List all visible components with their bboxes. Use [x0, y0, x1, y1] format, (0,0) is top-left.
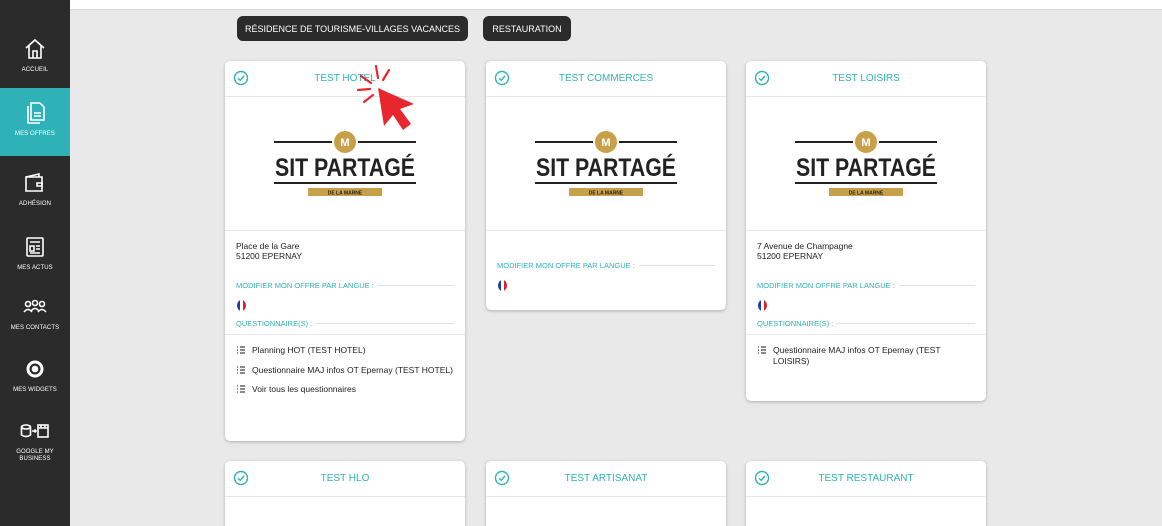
sidebar-item-mes-widgets[interactable]: MES WIDGETS	[0, 354, 70, 394]
questionnaires-section-label: QUESTIONNAIRE(S) :	[236, 319, 313, 328]
questionnaire-item[interactable]: Planning HOT (TEST HOTEL)	[236, 345, 454, 356]
french-flag-icon[interactable]	[758, 300, 767, 311]
language-section-label: MODIFIER MON OFFRE PAR LANGUE :	[497, 261, 635, 270]
sidebar-item-label: GOOGLE MY BUSINESS	[16, 449, 54, 462]
offer-card-test-loisirs[interactable]: TEST LOISIRS M SIT PARTAGÉ DE LA MARNE 7…	[746, 61, 986, 401]
sidebar-item-mes-offres[interactable]: MES OFFRES	[0, 88, 70, 156]
database-store-icon	[20, 416, 50, 446]
card-address: Place de la Gare 51200 EPERNAY	[225, 231, 465, 261]
french-flag-icon[interactable]	[498, 280, 507, 291]
check-circle-icon	[233, 70, 249, 86]
check-circle-icon	[754, 70, 770, 86]
sidebar-item-adhesion[interactable]: ADHÉSION	[0, 168, 70, 208]
wallet-icon	[20, 168, 50, 198]
sidebar-item-label: MES ACTUS	[17, 265, 53, 271]
card-title[interactable]: TEST RESTAURANT	[818, 473, 913, 484]
sidebar-item-accueil[interactable]: ACCUEIL	[0, 34, 70, 74]
click-cursor-icon	[356, 64, 416, 134]
list-icon	[236, 384, 246, 394]
questionnaire-list: Questionnaire MAJ infos OT Epernay (TEST…	[746, 334, 986, 366]
sidebar: ACCUEIL MES OFFRES ADHÉSION MES ACTUS ME…	[0, 0, 70, 526]
sidebar-item-label: ACCUEIL	[21, 67, 49, 73]
questionnaire-list: Planning HOT (TEST HOTEL) Questionnaire …	[225, 334, 465, 395]
card-header: TEST LOISIRS	[746, 61, 986, 97]
svg-text:SIT PARTAGÉ: SIT PARTAGÉ	[536, 153, 676, 182]
address-line: Place de la Gare	[236, 241, 300, 251]
address-city: 51200 EPERNAY	[757, 251, 823, 261]
offer-card-test-hotel[interactable]: TEST HOTEL M SIT PARTAGÉ DE LA MARNE Pla…	[225, 61, 465, 441]
language-section: MODIFIER MON OFFRE PAR LANGUE :	[746, 281, 986, 290]
sidebar-item-label: MES OFFRES	[14, 131, 55, 137]
home-icon	[20, 34, 50, 64]
list-icon	[236, 345, 246, 355]
card-header: TEST COMMERCES	[486, 61, 726, 97]
french-flag-icon[interactable]	[237, 300, 246, 311]
svg-text:M: M	[340, 137, 349, 149]
sidebar-item-label: ADHÉSION	[18, 201, 52, 207]
card-header: TEST HLO	[225, 461, 465, 497]
sidebar-item-mes-actus[interactable]: MES ACTUS	[0, 232, 70, 272]
sit-partage-logo: M SIT PARTAGÉ DE LA MARNE	[531, 120, 681, 208]
questionnaire-item[interactable]: Questionnaire MAJ infos OT Epernay (TEST…	[757, 345, 975, 366]
sidebar-item-google-my-business[interactable]: GOOGLE MY BUSINESS	[0, 416, 70, 463]
card-title[interactable]: TEST LOISIRS	[832, 73, 900, 84]
sit-partage-logo: M SIT PARTAGÉ DE LA MARNE	[791, 120, 941, 208]
main-content: RÉSIDENCE DE TOURISME-VILLAGES VACANCES …	[70, 0, 1162, 526]
questionnaire-item[interactable]: Questionnaire MAJ infos OT Epernay (TEST…	[236, 365, 454, 376]
filter-chip-residence[interactable]: RÉSIDENCE DE TOURISME-VILLAGES VACANCES	[237, 16, 468, 41]
questionnaires-section: QUESTIONNAIRE(S) :	[225, 319, 465, 328]
offer-card-test-restaurant[interactable]: TEST RESTAURANT	[746, 461, 986, 526]
offer-card-test-commerces[interactable]: TEST COMMERCES M SIT PARTAGÉ DE LA MARNE…	[486, 61, 726, 310]
questionnaires-section-label: QUESTIONNAIRE(S) :	[757, 319, 834, 328]
sidebar-item-label: MES CONTACTS	[10, 325, 60, 331]
svg-text:DE LA MARNE: DE LA MARNE	[589, 190, 624, 196]
card-address: 7 Avenue de Champagne 51200 EPERNAY	[746, 231, 986, 261]
check-circle-icon	[754, 470, 770, 486]
offer-card-test-artisanat[interactable]: TEST ARTISANAT	[486, 461, 726, 526]
card-title[interactable]: TEST COMMERCES	[559, 73, 653, 84]
card-logo-area: M SIT PARTAGÉ DE LA MARNE	[746, 97, 986, 231]
check-circle-icon	[494, 70, 510, 86]
list-icon	[236, 365, 246, 375]
questionnaires-section: QUESTIONNAIRE(S) :	[746, 319, 986, 328]
language-section: MODIFIER MON OFFRE PAR LANGUE :	[225, 281, 465, 290]
gear-icon	[20, 354, 50, 384]
address-line: 7 Avenue de Champagne	[757, 241, 853, 251]
sidebar-item-mes-contacts[interactable]: MES CONTACTS	[0, 292, 70, 332]
language-section: MODIFIER MON OFFRE PAR LANGUE :	[486, 261, 726, 270]
card-title[interactable]: TEST HLO	[321, 473, 370, 484]
card-header: TEST HOTEL	[225, 61, 465, 97]
documents-icon	[20, 98, 50, 128]
svg-text:SIT PARTAGÉ: SIT PARTAGÉ	[796, 153, 936, 182]
svg-text:SIT PARTAGÉ: SIT PARTAGÉ	[275, 153, 415, 182]
check-circle-icon	[233, 470, 249, 486]
language-section-label: MODIFIER MON OFFRE PAR LANGUE :	[757, 281, 895, 290]
svg-text:DE LA MARNE: DE LA MARNE	[328, 190, 363, 196]
news-icon	[20, 232, 50, 262]
card-title[interactable]: TEST ARTISANAT	[565, 473, 648, 484]
card-logo-area: M SIT PARTAGÉ DE LA MARNE	[486, 97, 726, 231]
list-icon	[757, 345, 767, 355]
card-header: TEST RESTAURANT	[746, 461, 986, 497]
svg-text:M: M	[601, 137, 610, 149]
address-city: 51200 EPERNAY	[236, 251, 302, 261]
card-logo-area: M SIT PARTAGÉ DE LA MARNE	[225, 97, 465, 231]
questionnaire-item-view-all[interactable]: Voir tous les questionnaires	[236, 384, 454, 395]
language-section-label: MODIFIER MON OFFRE PAR LANGUE :	[236, 281, 374, 290]
filter-chip-restauration[interactable]: RESTAURATION	[483, 16, 571, 41]
offer-card-test-hlo[interactable]: TEST HLO	[225, 461, 465, 526]
contacts-icon	[20, 292, 50, 322]
check-circle-icon	[494, 470, 510, 486]
svg-text:M: M	[861, 137, 870, 149]
svg-text:DE LA MARNE: DE LA MARNE	[849, 190, 884, 196]
top-bar	[70, 0, 1162, 10]
card-header: TEST ARTISANAT	[486, 461, 726, 497]
sidebar-item-label: MES WIDGETS	[13, 387, 57, 393]
